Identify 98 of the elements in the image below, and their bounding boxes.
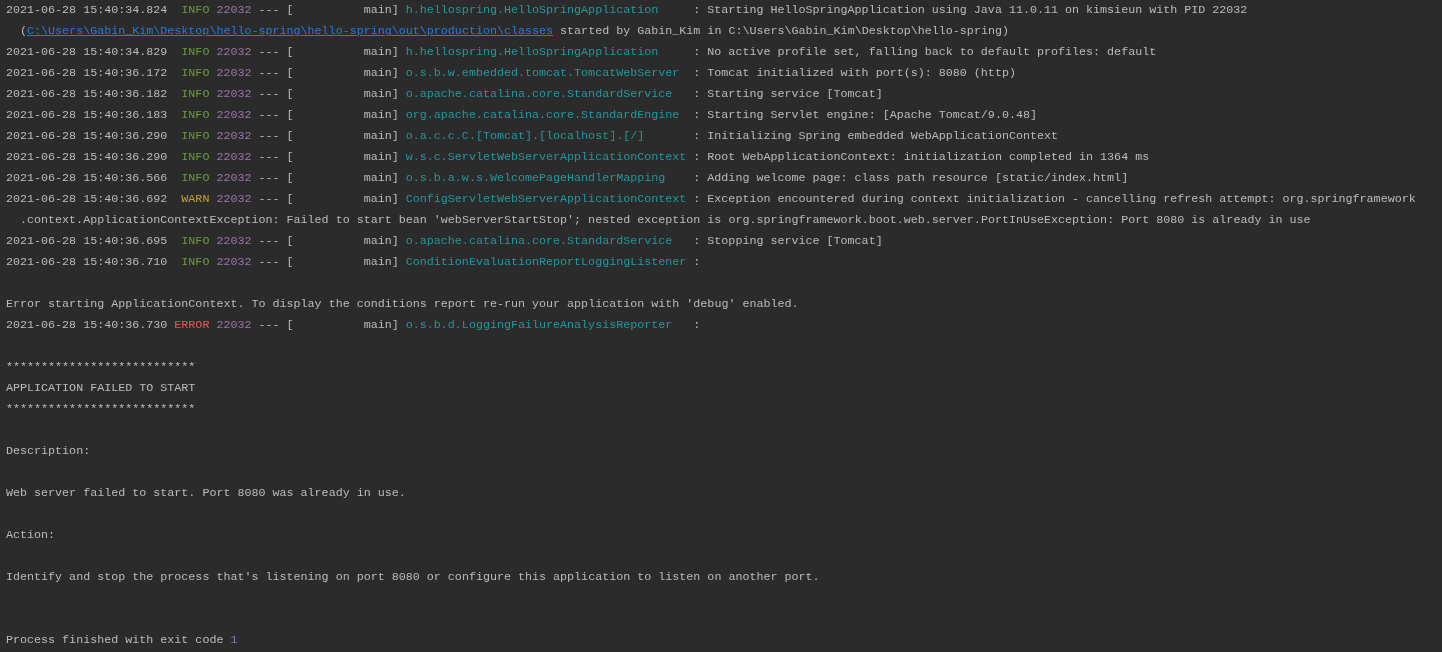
log-timestamp: 2021-06-28 15:40:36.710 — [6, 254, 168, 271]
thread-name: main] — [362, 44, 399, 61]
console-text: Error starting ApplicationContext. To display the conditions report re-run your application with 'debug' enabled. — [6, 296, 799, 313]
logger-name: org.apache.catalina.core.StandardEngine — [405, 107, 681, 124]
thread-name: main] — [362, 107, 399, 124]
log-message: started by Gabin_Kim in C:\Users\Gabin_Kim\Desktop\hello-spring) — [559, 23, 1009, 40]
console-text: Web server failed to start. Port 8080 was already in use. — [6, 485, 406, 502]
process-id: 22032 — [216, 149, 252, 166]
log-timestamp: 2021-06-28 15:40:36.695 — [6, 233, 168, 250]
log-message: : Exception encountered during context initialization - cancelling refresh attempt: org.springframework — [693, 191, 1416, 208]
log-separator: --- [ — [258, 2, 294, 19]
thread-name: main] — [362, 86, 399, 103]
console-text: *************************** — [6, 359, 196, 376]
log-message: : Tomcat initialized with port(s): 8080 (http) — [693, 65, 1016, 82]
log-separator: --- [ — [258, 44, 294, 61]
process-id: 22032 — [216, 44, 252, 61]
log-separator: --- [ — [258, 149, 294, 166]
log-timestamp: 2021-06-28 15:40:36.566 — [6, 170, 168, 187]
log-timestamp: 2021-06-28 15:40:36.172 — [6, 65, 168, 82]
log-timestamp: 2021-06-28 15:40:34.824 — [6, 2, 168, 19]
process-id: 22032 — [216, 2, 252, 19]
log-separator: --- [ — [258, 233, 294, 250]
log-message: : — [693, 317, 701, 334]
log-timestamp: 2021-06-28 15:40:34.829 — [6, 44, 168, 61]
thread-name: main] — [362, 2, 399, 19]
process-id: 22032 — [216, 191, 252, 208]
process-id: 22032 — [216, 233, 252, 250]
log-separator: --- [ — [258, 107, 294, 124]
log-message: : Starting service [Tomcat] — [693, 86, 883, 103]
logger-name: o.a.c.c.C.[Tomcat].[localhost].[/] — [405, 128, 646, 145]
logger-name: o.s.b.w.embedded.tomcat.TomcatWebServer — [405, 65, 681, 82]
log-separator: --- [ — [258, 254, 294, 271]
log-message: : Stopping service [Tomcat] — [693, 233, 883, 250]
log-severity: INFO — [180, 233, 210, 250]
console-text: Identify and stop the process that's listening on port 8080 or configure this application to listen on another port. — [6, 569, 820, 586]
log-separator: --- [ — [258, 317, 294, 334]
log-separator: --- [ — [258, 128, 294, 145]
thread-name: main] — [362, 317, 399, 334]
logger-name: o.s.b.a.w.s.WelcomePageHandlerMapping — [405, 170, 667, 187]
log-severity: INFO — [180, 65, 210, 82]
log-severity: INFO — [180, 44, 210, 61]
logger-name: h.hellospring.HelloSpringApplication — [405, 44, 660, 61]
log-message: : Root WebApplicationContext: initialization completed in 1364 ms — [693, 149, 1150, 166]
process-id: 22032 — [216, 107, 252, 124]
thread-name: main] — [362, 170, 399, 187]
file-path-link[interactable]: C:\Users\Gabin_Kim\Desktop\hello-spring\hello-spring\out\production\classes — [27, 21, 554, 42]
logger-name: o.s.b.d.LoggingFailureAnalysisReporter — [405, 317, 674, 334]
process-id: 22032 — [216, 254, 252, 271]
log-message: : No active profile set, falling back to default profiles: default — [693, 44, 1157, 61]
log-severity: INFO — [180, 86, 210, 103]
log-timestamp: 2021-06-28 15:40:36.692 — [6, 191, 168, 208]
log-severity: INFO — [180, 128, 210, 145]
log-timestamp: 2021-06-28 15:40:36.290 — [6, 149, 168, 166]
log-severity: INFO — [180, 149, 210, 166]
logger-name: ConfigServletWebServerApplicationContext — [405, 191, 687, 208]
process-id: 22032 — [216, 317, 252, 334]
console-text: Description: — [6, 443, 91, 460]
logger-name: o.apache.catalina.core.StandardService — [405, 86, 674, 103]
log-severity: INFO — [180, 107, 210, 124]
log-message: : Starting Servlet engine: [Apache Tomcat/9.0.48] — [693, 107, 1037, 124]
exit-code: 1 — [230, 632, 238, 649]
log-separator: --- [ — [258, 170, 294, 187]
log-message: : — [693, 254, 701, 271]
logger-name: ConditionEvaluationReportLoggingListener — [405, 254, 687, 271]
log-severity: ERROR — [173, 317, 210, 334]
thread-name: main] — [362, 149, 399, 166]
console-text: APPLICATION FAILED TO START — [6, 380, 196, 397]
log-message: : Adding welcome page: class path resource [static/index.html] — [693, 170, 1129, 187]
process-id: 22032 — [216, 86, 252, 103]
logger-name: h.hellospring.HelloSpringApplication — [405, 2, 660, 19]
log-separator: --- [ — [258, 86, 294, 103]
logger-name: o.apache.catalina.core.StandardService — [405, 233, 674, 250]
exit-message: Process finished with exit code — [6, 632, 225, 649]
process-id: 22032 — [216, 65, 252, 82]
log-message: : Initializing Spring embedded WebApplicationContext — [693, 128, 1058, 145]
logger-name: w.s.c.ServletWebServerApplicationContext — [405, 149, 687, 166]
process-id: 22032 — [216, 128, 252, 145]
log-message: .context.ApplicationContextException: Failed to start bean 'webServerStartStop'; nested exception is org.springframework.boot.web.server.PortInUseException: Port 8080 is already in use — [20, 212, 1311, 229]
log-timestamp: 2021-06-28 15:40:36.182 — [6, 86, 168, 103]
log-message: : Starting HelloSpringApplication using Java 11.0.11 on kimsieun with PID 22032 — [693, 2, 1248, 19]
console-text: Action: — [6, 527, 56, 544]
log-severity: INFO — [180, 2, 210, 19]
paren-text: ( — [20, 23, 28, 40]
log-timestamp: 2021-06-28 15:40:36.183 — [6, 107, 168, 124]
thread-name: main] — [362, 65, 399, 82]
thread-name: main] — [362, 254, 399, 271]
log-severity: WARN — [180, 191, 210, 208]
log-severity: INFO — [180, 170, 210, 187]
thread-name: main] — [362, 233, 399, 250]
log-separator: --- [ — [258, 191, 294, 208]
log-timestamp: 2021-06-28 15:40:36.290 — [6, 128, 168, 145]
process-id: 22032 — [216, 170, 252, 187]
log-separator: --- [ — [258, 65, 294, 82]
thread-name: main] — [362, 128, 399, 145]
console-text: *************************** — [6, 401, 196, 418]
log-timestamp: 2021-06-28 15:40:36.730 — [6, 317, 168, 334]
thread-name: main] — [362, 191, 399, 208]
log-severity: INFO — [180, 254, 210, 271]
